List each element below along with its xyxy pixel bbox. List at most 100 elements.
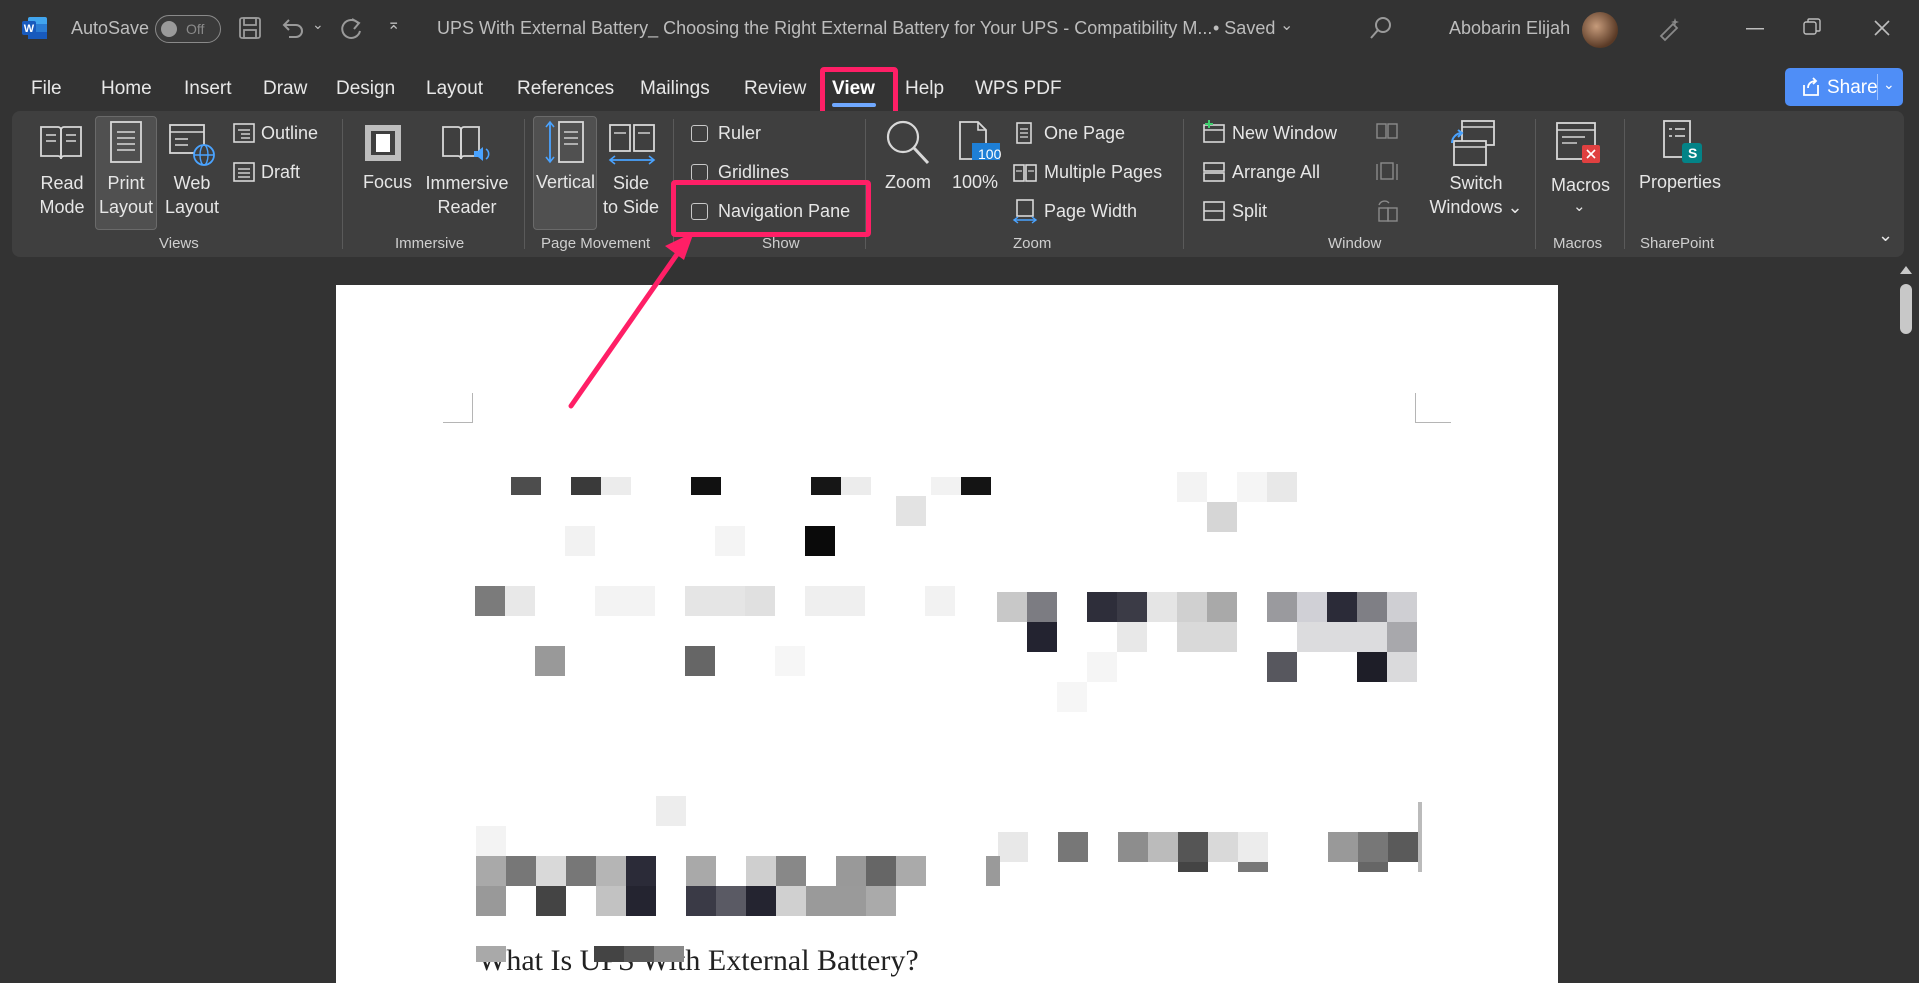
macros-button[interactable]: Macros [1551,175,1610,196]
group-separator [342,119,343,249]
arrange-all-icon [1203,162,1225,182]
split-button[interactable]: Split [1232,201,1267,222]
tab-help[interactable]: Help [905,78,944,100]
autosave-label: AutoSave [71,18,150,38]
save-icon[interactable] [238,16,262,40]
svg-text:W: W [24,23,35,35]
focus-icon [365,125,401,161]
collapse-ribbon-icon[interactable]: ⌄ [1878,225,1893,246]
split-icon [1203,201,1225,221]
scrollbar-thumb[interactable] [1900,284,1912,334]
read-mode-button[interactable]: Read Mode [32,171,92,219]
window-group-label: Window [1328,235,1382,252]
share-icon [1803,77,1819,96]
document-title: UPS With External Battery_ Choosing the … [437,18,1213,38]
macros-icon [1556,122,1600,163]
avatar[interactable] [1582,12,1618,48]
web-layout-button[interactable]: Web Layout [162,171,222,219]
web-layout-icon [169,124,215,166]
switch-windows-label-1: Switch [1449,173,1503,193]
reset-window-position-icon[interactable] [1375,200,1399,224]
synchronous-scrolling-icon[interactable] [1375,160,1399,184]
tab-insert[interactable]: Insert [184,78,232,100]
properties-icon [1663,120,1702,163]
switch-windows-label-2: Windows ⌄ [1429,197,1523,217]
gridlines-checkbox[interactable] [691,164,708,181]
title-bar: W AutoSave Off ⌄ ⌅ UPS With External Bat… [0,0,1919,58]
immersive-reader-label-1: Immersive [425,173,509,193]
vertical-label: Vertical [536,172,596,192]
document-heading: What Is UPS With External Battery? [478,944,919,977]
side-to-side-icon [608,124,656,165]
autosave-toggle[interactable]: Off [155,15,221,43]
views-group-label: Views [159,235,199,252]
macros-dropdown-icon[interactable]: ⌄ [1573,197,1586,215]
side-to-side-button[interactable]: Side to Side [598,171,664,219]
tab-draw[interactable]: Draw [263,78,307,100]
tab-wps-pdf[interactable]: WPS PDF [975,78,1062,100]
focus-button[interactable]: Focus [363,172,412,193]
word-app-icon: W [22,17,47,39]
share-separator [1877,74,1878,100]
outline-button[interactable]: Outline [261,123,318,144]
zoom-group-label: Zoom [1013,235,1052,252]
one-page-icon [1016,122,1032,144]
minimize-icon[interactable] [1746,28,1764,30]
share-button[interactable]: Share ⌄ [1785,68,1903,106]
switch-windows-icon [1451,120,1495,166]
search-icon[interactable] [1368,15,1394,41]
page-width-button[interactable]: Page Width [1044,201,1137,222]
zoom-icon [886,120,930,165]
undo-dropdown-icon[interactable]: ⌄ [312,16,324,33]
zoom-100-button[interactable]: 100% [952,172,998,193]
tab-design[interactable]: Design [336,78,395,100]
group-separator [1183,119,1184,249]
toggle-knob [161,21,177,37]
ruler-label[interactable]: Ruler [718,123,761,144]
autosave-state: Off [186,21,205,37]
multiple-pages-icon [1013,164,1037,182]
draft-button[interactable]: Draft [261,162,300,183]
properties-button[interactable]: Properties [1639,172,1721,193]
sharepoint-group-label: SharePoint [1640,235,1715,252]
arrange-all-button[interactable]: Arrange All [1232,162,1320,183]
new-window-button[interactable]: New Window [1232,123,1337,144]
designer-pen-icon[interactable] [1655,14,1683,42]
read-mode-icon [40,126,82,160]
tab-file[interactable]: File [31,78,62,100]
tab-mailings[interactable]: Mailings [640,78,710,100]
show-group-label: Show [762,235,800,252]
chevron-down-icon[interactable]: ⌄ [1883,76,1895,93]
tab-references[interactable]: References [517,78,614,100]
switch-windows-button[interactable]: Switch Windows ⌄ [1428,171,1524,219]
zoom-button[interactable]: Zoom [885,172,931,193]
ruler-checkbox[interactable] [691,125,708,142]
multiple-pages-button[interactable]: Multiple Pages [1044,162,1162,183]
ribbon: Read Mode Print Layout Web Layout Outlin… [12,111,1904,257]
close-icon[interactable] [1874,20,1890,36]
customize-toolbar-icon[interactable]: ⌅ [387,14,400,34]
draft-icon [233,162,255,182]
immersive-reader-label-2: Reader [437,197,497,217]
restore-icon[interactable] [1803,18,1821,36]
group-separator [1535,119,1536,249]
tab-home[interactable]: Home [101,78,152,100]
redo-icon[interactable] [338,15,364,41]
immersive-reader-button[interactable]: Immersive Reader [422,171,512,219]
sharepoint-badge: S [1688,145,1698,161]
user-name[interactable]: Abobarin Elijah [1449,18,1570,39]
undo-icon[interactable] [280,15,306,41]
tab-layout[interactable]: Layout [426,78,483,100]
side-to-side-label-2: to Side [602,197,660,217]
view-side-by-side-icon[interactable] [1375,121,1399,143]
margin-corner-right [1415,393,1451,423]
side-to-side-label-1: Side [612,173,650,193]
scroll-up-arrow[interactable] [1900,266,1912,274]
read-mode-label-1: Read [40,173,84,193]
saved-status[interactable]: • Saved [1213,18,1275,39]
zoom-100-badge: 100 [978,146,1002,162]
margin-corner-left [443,393,473,423]
tab-review[interactable]: Review [744,78,806,100]
saved-dropdown-icon[interactable]: ⌄ [1280,15,1293,35]
one-page-button[interactable]: One Page [1044,123,1125,144]
